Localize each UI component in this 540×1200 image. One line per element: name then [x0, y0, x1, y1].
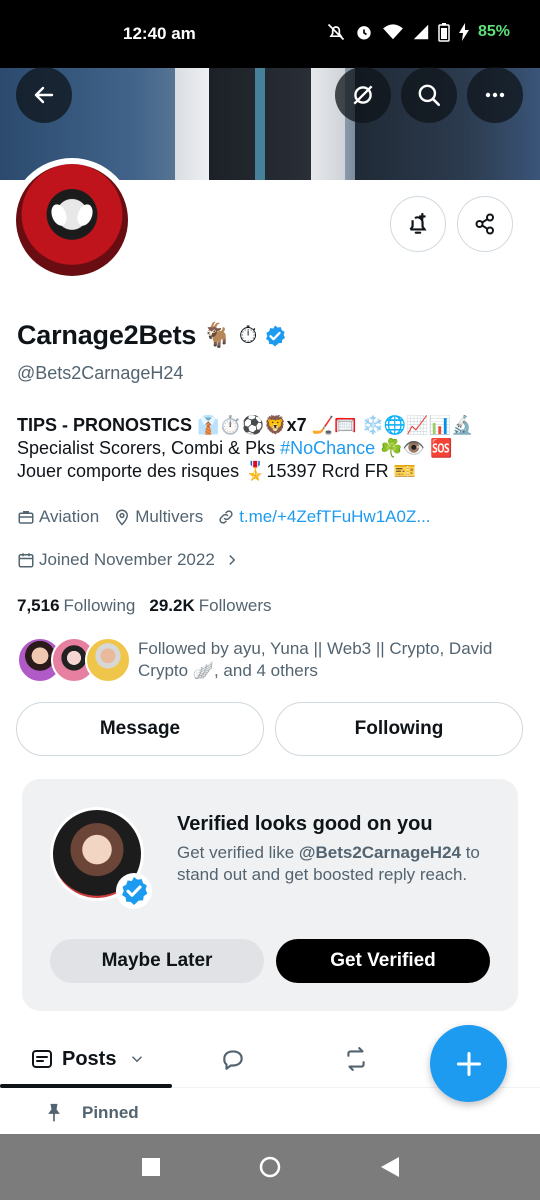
alarm-icon [357, 26, 371, 40]
calendar-icon [18, 553, 34, 568]
promo-title: Verified looks good on you [177, 813, 433, 835]
promo-text-prefix: Get verified like [177, 843, 299, 862]
pinned-label: Pinned [82, 1103, 139, 1122]
square-icon [142, 1158, 160, 1176]
bio-line-3: Jouer comporte des risques 🎖️15397 Rcrd … [17, 461, 416, 481]
followers-stat-label: Followers [198, 596, 272, 615]
share-button[interactable] [457, 196, 513, 252]
battery-percent: 85% [477, 23, 510, 40]
more-button[interactable] [467, 67, 523, 123]
wifi-icon [383, 24, 403, 40]
profile-website[interactable]: t.me/+4ZefTFuHw1A0Z... [217, 507, 431, 527]
profile-name-row: Carnage2Bets 🐐 ⏱ [17, 320, 287, 351]
get-verified-button[interactable]: Get Verified [276, 939, 490, 983]
tab-posts[interactable]: Posts [30, 1030, 146, 1088]
followers-count: 29.2K [149, 596, 195, 615]
profile-category: Aviation [17, 507, 99, 527]
hashtag-link[interactable]: #NoChance [280, 438, 375, 458]
posts-icon [32, 1050, 52, 1068]
notifications-button[interactable] [390, 196, 446, 252]
chevron-right-icon [229, 554, 236, 566]
home-button[interactable] [258, 1134, 282, 1200]
profile-joined[interactable]: Joined November 2022 [17, 550, 241, 570]
name-emoji: 🐐 ⏱ [202, 322, 258, 349]
search-icon [418, 84, 441, 107]
following-button[interactable]: Following [275, 702, 523, 756]
mute-bell-icon [327, 23, 345, 41]
followed-by-text[interactable]: Followed by ayu, Yuna || Web3 || Crypto,… [138, 638, 518, 682]
status-icons: 85% [326, 22, 510, 42]
tab-reposts[interactable] [342, 1030, 370, 1088]
message-button[interactable]: Message [16, 702, 264, 756]
profile-location: Multivers [113, 507, 203, 527]
follow-stats: 7,516 Following 29.2K Followers [17, 596, 271, 616]
verified-badge-icon [122, 877, 148, 905]
location-label: Multivers [135, 507, 204, 526]
followers-stat[interactable]: 29.2K Followers [149, 596, 271, 616]
verified-badge-icon[interactable] [263, 324, 287, 348]
maybe-later-button[interactable]: Maybe Later [50, 939, 264, 983]
tab-posts-label: Posts [62, 1047, 117, 1070]
following-stat[interactable]: 7,516 Following [17, 596, 135, 616]
circle-icon [259, 1156, 281, 1178]
follower-avatar [85, 637, 131, 683]
bio-line-2-emoji: ☘️👁️ 🆘 [375, 438, 453, 458]
briefcase-icon [18, 511, 34, 524]
bio-line-2-text: Specialist Scorers, Combi & Pks [17, 438, 281, 458]
profile-handle: @Bets2CarnageH24 [17, 363, 184, 383]
bio-line-2: Specialist Scorers, Combi & Pks #NoChanc… [17, 437, 517, 460]
battery-icon [438, 23, 450, 42]
promo-verified-badge [116, 873, 152, 909]
grok-button[interactable] [335, 67, 391, 123]
system-back-button[interactable] [378, 1134, 402, 1200]
tab-replies[interactable] [220, 1030, 246, 1088]
profile-bio: TIPS - PRONOSTICS 👔⏱️⚽🦁x7 🏒🥅 ❄️🌐📈📊🔬 Spec… [17, 414, 517, 483]
avatar-image [16, 164, 128, 276]
arrow-left-icon [34, 86, 54, 104]
promo-handle: @Bets2CarnageH24 [298, 843, 461, 862]
location-pin-icon [116, 509, 129, 526]
website-link[interactable]: t.me/+4ZefTFuHw1A0Z... [239, 507, 430, 527]
plus-icon [456, 1051, 481, 1076]
recents-button[interactable] [140, 1134, 162, 1200]
share-icon [475, 213, 494, 235]
category-label: Aviation [39, 507, 100, 526]
status-bar: 12:40 am 85% [0, 0, 540, 68]
banner-photo-figure [175, 68, 345, 180]
active-tab-indicator [0, 1084, 172, 1088]
charging-bolt-icon [458, 23, 469, 41]
more-icon [485, 92, 505, 98]
promo-text: Get verified like @Bets2CarnageH24 to st… [177, 842, 497, 886]
chevron-down-icon [132, 1056, 143, 1063]
compose-post-button[interactable] [430, 1025, 507, 1102]
profile-avatar[interactable] [10, 158, 134, 282]
back-button[interactable] [16, 67, 72, 123]
profile-meta: Aviation Multivers t.me/+4ZefTFuHw1A0Z..… [17, 507, 445, 527]
repost-icon [347, 1047, 365, 1071]
signal-icon [413, 24, 429, 40]
bell-plus-icon [409, 213, 427, 234]
system-nav-bar [0, 1134, 540, 1200]
status-time: 12:40 am [123, 24, 196, 43]
link-icon [219, 510, 233, 524]
joined-label: Joined November 2022 [39, 550, 215, 569]
display-name: Carnage2Bets [17, 320, 197, 350]
followed-by-avatars[interactable] [17, 637, 131, 685]
following-stat-label: Following [63, 596, 136, 615]
pin-icon [48, 1103, 60, 1122]
following-count: 7,516 [17, 596, 60, 615]
grok-icon [353, 85, 373, 105]
search-button[interactable] [401, 67, 457, 123]
reply-icon [223, 1050, 243, 1070]
verified-promo-card: Verified looks good on you Get verified … [22, 779, 518, 1011]
pinned-indicator: Pinned [44, 1103, 139, 1123]
triangle-back-icon [381, 1157, 399, 1177]
bio-line-1: TIPS - PRONOSTICS 👔⏱️⚽🦁x7 🏒🥅 ❄️🌐📈📊🔬 [17, 415, 474, 435]
